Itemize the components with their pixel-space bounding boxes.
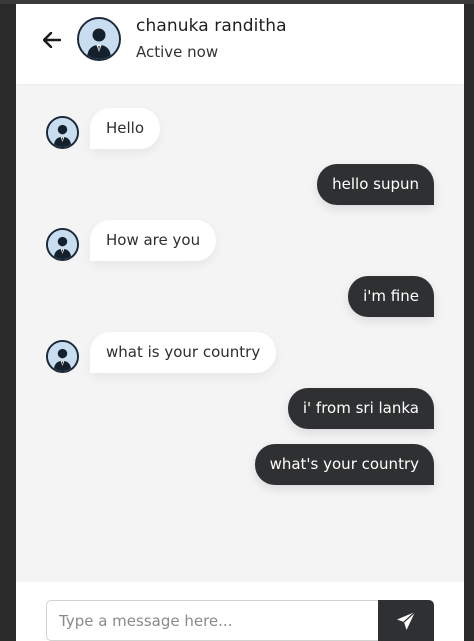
contact-name: chanuka randitha: [136, 16, 287, 36]
message-avatar: [46, 228, 79, 261]
outgoing-message: hello supun: [317, 164, 434, 205]
message-avatar: [46, 340, 79, 373]
contact-status: Active now: [136, 43, 219, 61]
user-avatar-icon: [48, 118, 77, 147]
message-composer: [16, 582, 464, 641]
outgoing-message: what's your country: [254, 444, 434, 485]
message-avatar: [46, 116, 79, 149]
incoming-message: Hello: [90, 108, 161, 149]
user-avatar-icon: [48, 230, 77, 259]
outgoing-message: i'm fine: [348, 276, 434, 317]
send-button[interactable]: [378, 600, 434, 641]
outgoing-message: i' from sri lanka: [287, 388, 434, 429]
chat-header: chanuka randitha Active now: [16, 4, 464, 84]
user-avatar-icon: [48, 342, 77, 371]
user-avatar-icon: [79, 19, 119, 59]
back-button[interactable]: [42, 30, 62, 50]
contact-avatar[interactable]: [77, 17, 121, 61]
incoming-message: what is your country: [90, 332, 277, 373]
incoming-message: How are you: [90, 220, 217, 261]
message-input[interactable]: [46, 600, 378, 641]
arrow-left-icon: [43, 32, 61, 48]
chat-window: chanuka randitha Active now Hello hello …: [16, 4, 464, 641]
paper-plane-icon: [397, 611, 416, 630]
